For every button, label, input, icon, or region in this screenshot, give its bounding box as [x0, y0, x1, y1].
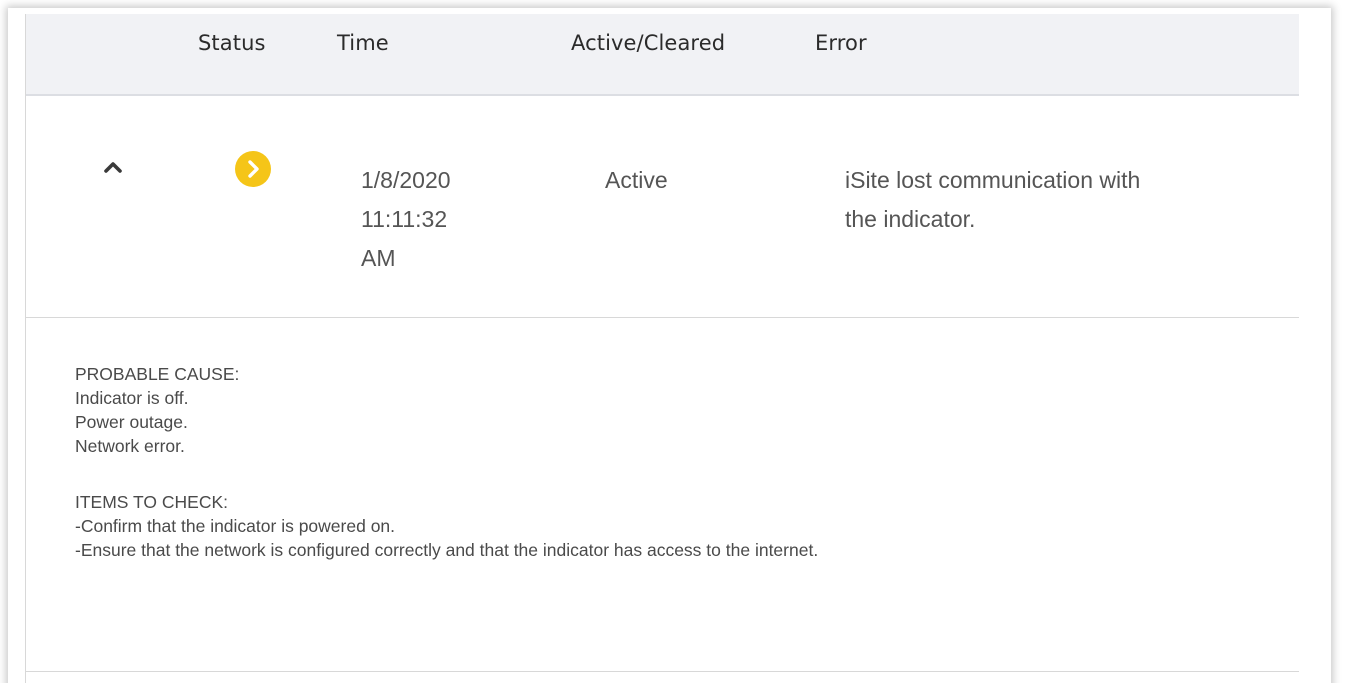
error-message-line-1: iSite lost communication with [845, 167, 1141, 193]
time-clock: 11:11:32 [361, 206, 448, 232]
probable-cause-heading: PROBABLE CAUSE: [75, 364, 240, 384]
column-header-time[interactable]: Time [337, 31, 389, 55]
table-bottom-divider [26, 671, 1299, 672]
time-date: 1/8/2020 [361, 167, 451, 193]
cause-item: Network error. [75, 436, 185, 456]
check-item: -Ensure that the network is configured c… [75, 540, 819, 560]
table-row[interactable]: 1/8/2020 11:11:32 AM Active iSite lost c… [26, 96, 1299, 318]
error-details: PROBABLE CAUSE: Indicator is off. Power … [75, 362, 818, 562]
error-message-line-2: the indicator. [845, 206, 976, 232]
chevron-right-circle-icon [234, 150, 272, 188]
alarm-table: Status Time Active/Cleared Error 1/8/202… [25, 14, 1299, 683]
cause-item: Indicator is off. [75, 388, 189, 408]
table-header: Status Time Active/Cleared Error [26, 14, 1299, 96]
column-header-status[interactable]: Status [198, 31, 266, 55]
time-ampm: AM [361, 245, 396, 271]
cause-item: Power outage. [75, 412, 188, 432]
items-to-check-heading: ITEMS TO CHECK: [75, 492, 228, 512]
column-header-error[interactable]: Error [815, 31, 867, 55]
check-item: -Confirm that the indicator is powered o… [75, 516, 396, 536]
active-cleared-value: Active [605, 167, 668, 193]
column-header-active-cleared[interactable]: Active/Cleared [571, 31, 725, 55]
chevron-up-icon[interactable] [100, 154, 126, 180]
